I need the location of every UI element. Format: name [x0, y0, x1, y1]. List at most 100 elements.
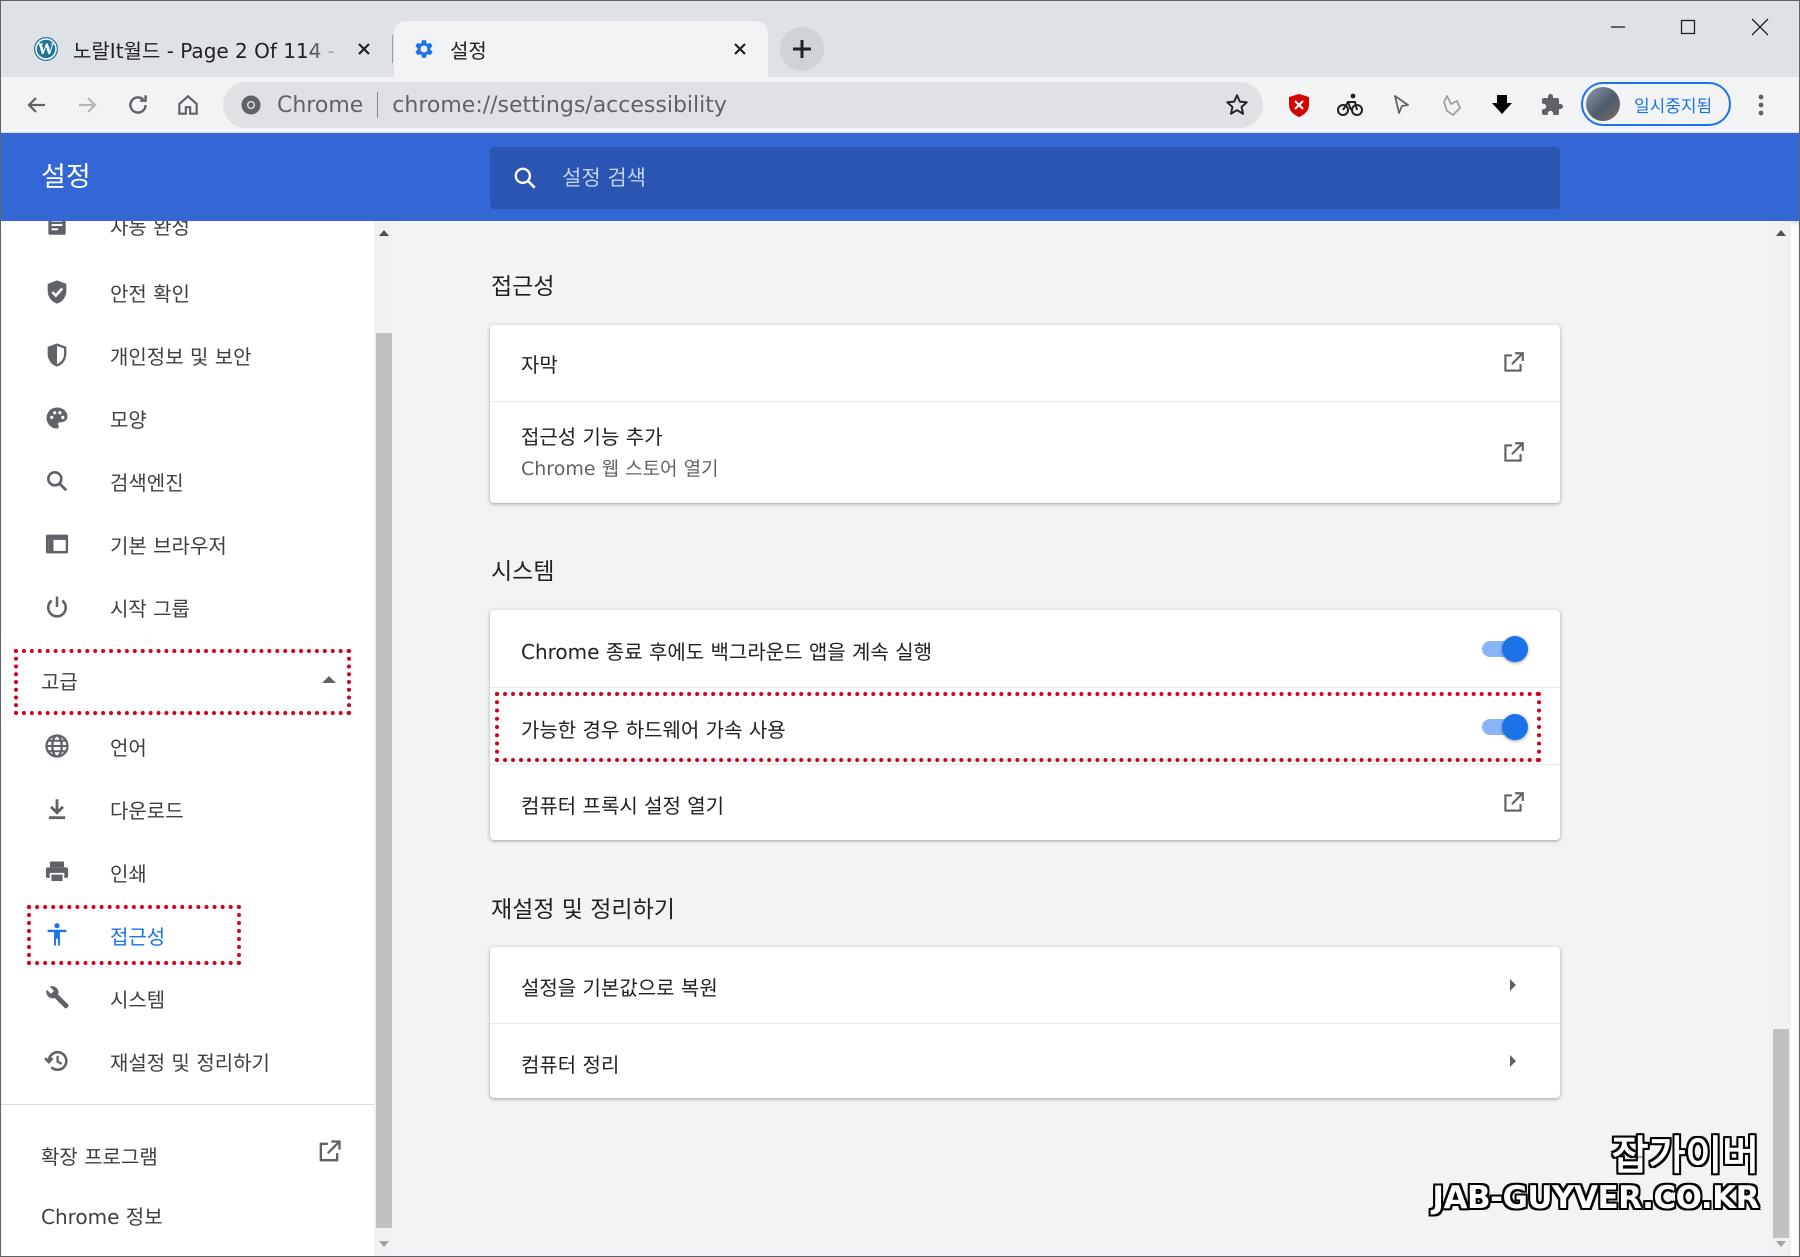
chevron-right-icon[interactable] [1498, 970, 1528, 1000]
background-apps-row[interactable]: Chrome 종료 후에도 백그라운드 앱을 계속 실행 [490, 610, 1560, 687]
open-in-new-icon[interactable] [1498, 348, 1528, 378]
scroll-up-icon[interactable] [374, 223, 394, 243]
scroll-down-icon[interactable] [1771, 1234, 1791, 1254]
sidebar-item-label: 다운로드 [110, 798, 184, 823]
extension-download-icon[interactable] [1484, 87, 1520, 123]
close-window-button[interactable] [1733, 11, 1787, 43]
new-tab-button[interactable] [780, 27, 824, 71]
sidebar-item-system[interactable]: 시스템 [1, 970, 374, 1026]
minimize-button[interactable] [1591, 11, 1645, 43]
row-label: 설정을 기본값으로 복원 [521, 976, 718, 1000]
sidebar-item-about-chrome[interactable]: Chrome 정보 [41, 1201, 163, 1230]
tab-separator [392, 35, 393, 63]
hardware-acceleration-row[interactable]: 가능한 경우 하드웨어 가속 사용 [490, 687, 1560, 764]
open-in-new-icon[interactable] [1498, 438, 1528, 468]
download-icon [42, 794, 72, 824]
background-apps-toggle[interactable] [1480, 633, 1528, 663]
hardware-acceleration-toggle[interactable] [1480, 711, 1528, 741]
sidebar-item-languages[interactable]: 언어 [1, 718, 374, 774]
maximize-button[interactable] [1661, 11, 1715, 43]
sidebar-item-privacy[interactable]: 개인정보 및 보안 [1, 327, 374, 383]
sidebar-item-label: 기본 브라우저 [110, 533, 227, 558]
row-label: Chrome 종료 후에도 백그라운드 앱을 계속 실행 [521, 640, 932, 664]
chevron-right-icon[interactable] [1498, 1046, 1528, 1076]
sidebar-item-search-engine[interactable]: 검색엔진 [1, 453, 374, 509]
history-icon [42, 1046, 72, 1076]
settings-header: 설정 [1, 133, 1799, 221]
sidebar-item-on-startup[interactable]: 시작 그룹 [1, 579, 374, 635]
close-icon[interactable] [352, 37, 376, 61]
main-scrollbar[interactable] [1771, 221, 1791, 1256]
tab-title: 노랄It월드 - Page 2 Of 114 - Dev [73, 38, 344, 63]
extension-cyclist-icon[interactable] [1332, 87, 1368, 123]
sidebar-item-extensions[interactable]: 확장 프로그램 [1, 1131, 361, 1177]
sidebar-item-label: 시작 그룹 [110, 596, 190, 621]
omnibox[interactable]: Chrome chrome://settings/accessibility [223, 82, 1263, 128]
sidebar-item-label: 확장 프로그램 [41, 1145, 158, 1169]
maximize-icon [1680, 19, 1696, 35]
sidebar-item-default-browser[interactable]: 기본 브라우저 [1, 516, 374, 572]
sidebar-item-label: 인쇄 [110, 861, 147, 886]
sidebar-item-accessibility[interactable]: 접근성 [1, 907, 374, 963]
extension-hand-icon[interactable] [1434, 87, 1470, 123]
extensions-puzzle-icon[interactable] [1534, 87, 1570, 123]
sidebar-item-appearance[interactable]: 모양 [1, 390, 374, 446]
toolbar: Chrome chrome://settings/accessibility 일… [1, 77, 1799, 133]
printer-icon [42, 857, 72, 887]
search-input[interactable] [562, 166, 1560, 190]
browser-window: W 노랄It월드 - Page 2 Of 114 - Dev 설정 [0, 0, 1800, 1257]
home-button[interactable] [168, 85, 208, 125]
sidebar-item-downloads[interactable]: 다운로드 [1, 781, 374, 837]
wordpress-icon: W [33, 36, 59, 62]
open-in-new-icon[interactable] [1498, 788, 1528, 818]
sidebar-scroll-thumb[interactable] [376, 333, 392, 1228]
proxy-settings-row[interactable]: 컴퓨터 프록시 설정 열기 [490, 764, 1560, 840]
row-sublabel: Chrome 웹 스토어 열기 [521, 458, 719, 480]
forward-button[interactable] [67, 85, 107, 125]
captions-row[interactable]: 자막 [490, 325, 1560, 401]
extension-cursor-icon[interactable] [1383, 87, 1419, 123]
gear-icon [410, 36, 436, 62]
page-title: 설정 [41, 162, 91, 193]
restore-defaults-row[interactable]: 설정을 기본값으로 복원 [490, 947, 1560, 1023]
autofill-icon [42, 221, 72, 240]
tab-noral-it-world[interactable]: W 노랄It월드 - Page 2 Of 114 - Dev [17, 21, 392, 77]
sidebar-item-label: 자동 완성 [110, 221, 190, 239]
menu-button[interactable] [1741, 85, 1781, 125]
sidebar-item-autofill[interactable]: 자동 완성 [1, 221, 374, 253]
sidebar-item-reset[interactable]: 재설정 및 정리하기 [1, 1033, 374, 1089]
extension-shield-icon[interactable] [1281, 87, 1317, 123]
sidebar-item-printing[interactable]: 인쇄 [1, 844, 374, 900]
svg-text:W: W [37, 42, 54, 58]
avatar [1586, 87, 1620, 121]
reload-button[interactable] [118, 85, 158, 125]
back-button[interactable] [17, 85, 57, 125]
sidebar-item-label: 검색엔진 [110, 470, 184, 495]
scroll-up-icon[interactable] [1771, 223, 1791, 243]
settings-search[interactable] [490, 147, 1560, 209]
cleanup-computer-row[interactable]: 컴퓨터 정리 [490, 1023, 1560, 1098]
sidebar-scrollbar[interactable] [374, 221, 394, 1256]
minimize-icon [1611, 26, 1625, 28]
advanced-section-toggle[interactable]: 고급 [1, 651, 361, 707]
section-title-reset: 재설정 및 정리하기 [491, 897, 675, 923]
sidebar-item-label: 시스템 [110, 987, 166, 1012]
accessibility-icon [42, 920, 72, 950]
close-icon[interactable] [728, 37, 752, 61]
watermark-title: 잡가이버 [1611, 1133, 1759, 1179]
scroll-down-icon[interactable] [374, 1234, 394, 1254]
arrow-left-icon [27, 97, 45, 113]
sidebar-item-safety-check[interactable]: 안전 확인 [1, 264, 374, 320]
omnibox-url[interactable]: chrome://settings/accessibility [392, 93, 1219, 118]
main-scroll-thumb[interactable] [1773, 1029, 1789, 1238]
browser-icon [42, 529, 72, 559]
omnibox-divider [377, 92, 379, 118]
add-accessibility-features-row[interactable]: 접근성 기능 추가 Chrome 웹 스토어 열기 [490, 401, 1560, 503]
reset-card: 설정을 기본값으로 복원 컴퓨터 정리 [490, 947, 1560, 1098]
shield-check-icon [42, 277, 72, 307]
tab-settings[interactable]: 설정 [394, 21, 768, 77]
sidebar: 자동 완성 안전 확인 개인정보 및 보안 모양 검색엔진 기본 브라우저 시작… [1, 221, 374, 1256]
bookmark-star-icon[interactable] [1219, 87, 1255, 123]
sidebar-divider [1, 1104, 374, 1105]
profile-button[interactable]: 일시중지됨 [1581, 82, 1731, 126]
